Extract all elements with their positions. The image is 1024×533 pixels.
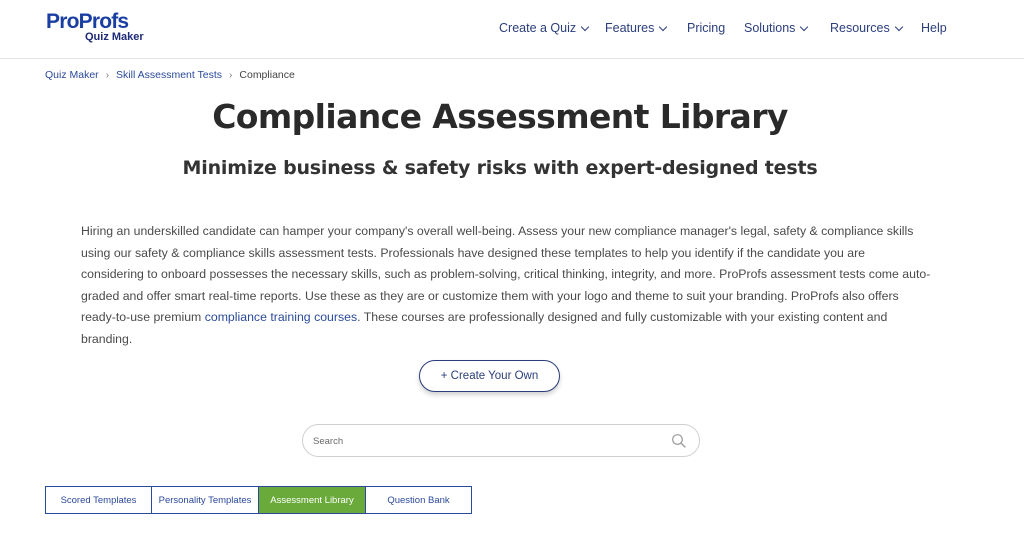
site-header: ProProfs Quiz Maker Create a Quiz Featur…: [0, 0, 1024, 59]
tab-assessment-library[interactable]: Assessment Library: [259, 487, 366, 513]
breadcrumb: Quiz Maker › Skill Assessment Tests › Co…: [45, 69, 295, 81]
breadcrumb-current: Compliance: [239, 69, 295, 81]
breadcrumb-separator: ›: [105, 69, 110, 81]
breadcrumb-link-quiz-maker[interactable]: Quiz Maker: [45, 69, 99, 81]
compliance-training-courses-link[interactable]: compliance training courses: [205, 310, 357, 324]
tab-personality-templates[interactable]: Personality Templates: [152, 487, 259, 513]
nav-features[interactable]: Features: [605, 21, 668, 35]
nav-solutions[interactable]: Solutions: [744, 21, 809, 35]
nav-resources[interactable]: Resources: [830, 21, 903, 35]
nav-pricing[interactable]: Pricing: [687, 21, 725, 35]
page-description: Hiring an underskilled candidate can ham…: [81, 224, 931, 346]
search-bar: [302, 424, 700, 457]
chevron-down-icon: [580, 22, 590, 31]
chevron-down-icon: [800, 22, 809, 31]
chevron-down-icon: [659, 22, 668, 31]
logo-subtitle: Quiz Maker: [85, 31, 144, 43]
nav-create-a-quiz[interactable]: Create a Quiz: [499, 21, 590, 35]
tab-question-bank[interactable]: Question Bank: [366, 487, 471, 513]
search-input[interactable]: [313, 433, 653, 449]
page-subtitle: Minimize business & safety risks with ex…: [182, 157, 818, 179]
chevron-down-icon: [894, 22, 903, 31]
create-your-own-button[interactable]: + Create Your Own: [419, 360, 560, 392]
library-tabs: Scored Templates Personality Templates A…: [45, 486, 472, 514]
breadcrumb-link-skill-assessment-tests[interactable]: Skill Assessment Tests: [116, 69, 222, 81]
tab-scored-templates[interactable]: Scored Templates: [46, 487, 152, 513]
search-icon[interactable]: [671, 433, 687, 449]
nav-help[interactable]: Help: [921, 21, 947, 35]
page-title: Compliance Assessment Library: [212, 97, 788, 136]
proprofs-logo[interactable]: ProProfs Quiz Maker: [46, 10, 146, 46]
breadcrumb-separator: ›: [229, 69, 233, 81]
